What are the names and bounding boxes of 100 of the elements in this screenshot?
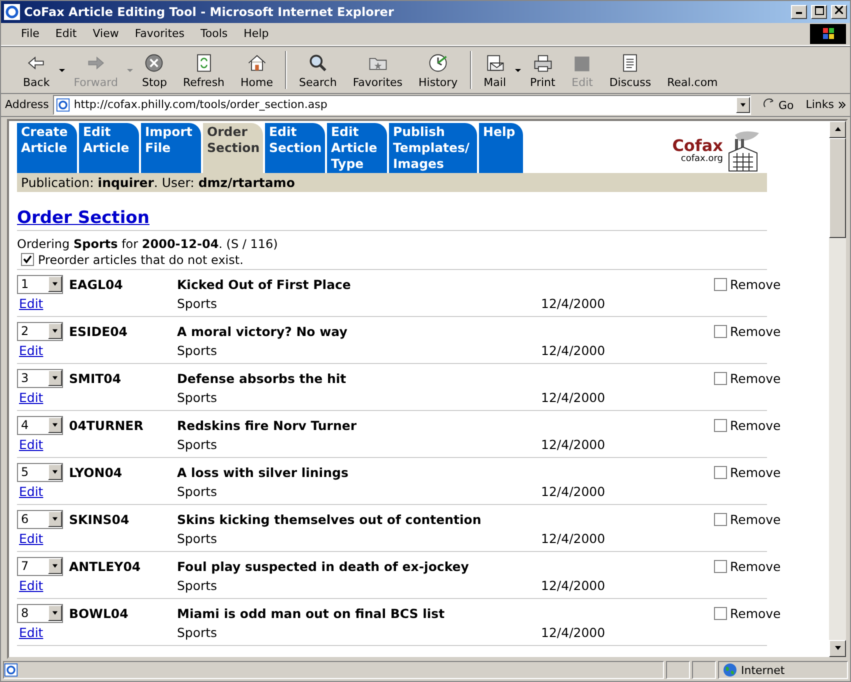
nav-tab[interactable]: Edit Article — [79, 122, 139, 173]
checkbox-label: Preorder articles that do not exist. — [38, 252, 244, 267]
edit-link[interactable]: Edit — [19, 530, 44, 546]
nav-tab[interactable]: Order Section — [203, 122, 263, 173]
section-text: Sports — [177, 436, 218, 452]
chevron-icon[interactable] — [838, 100, 846, 109]
nav-tab[interactable]: Publish Templates/ Images — [389, 122, 477, 173]
section-text: Sports — [177, 578, 218, 593]
toolbar-button[interactable]: Favorites — [344, 46, 411, 93]
stop-icon — [143, 52, 166, 74]
dropdown-icon[interactable] — [48, 464, 62, 480]
logo-url: cofax.org — [680, 154, 723, 164]
article-code: ANTLEY04 — [69, 558, 142, 574]
menu-item[interactable]: Tools — [192, 25, 236, 42]
address-field[interactable]: http://cofax.philly.com/tools/order_section.asp — [52, 94, 751, 115]
edit-link[interactable]: Edit — [19, 436, 44, 452]
page-heading[interactable]: Order Section — [17, 208, 150, 228]
scrollbar[interactable] — [829, 120, 846, 658]
close-button[interactable] — [831, 4, 847, 19]
article-code: BOWL04 — [69, 606, 130, 621]
menu-item[interactable]: File — [13, 25, 48, 42]
maximize-button[interactable] — [811, 4, 827, 19]
dropdown-icon[interactable] — [736, 96, 750, 113]
toolbar-button[interactable]: Stop — [134, 46, 175, 93]
close-icon — [835, 6, 843, 14]
order-select[interactable]: 6 — [17, 510, 63, 529]
zone-text: Internet — [741, 664, 785, 677]
globe-icon — [723, 663, 737, 678]
checkbox-label: Remove — [730, 512, 781, 527]
dropdown-icon[interactable] — [48, 323, 62, 340]
scrollbar-thumb[interactable] — [829, 138, 846, 238]
nav-tab[interactable]: Edit Article Type — [327, 122, 387, 173]
nav-tab[interactable]: Create Article — [17, 122, 77, 173]
toolbar-button[interactable]: Refresh — [174, 46, 233, 93]
checkbox[interactable] — [714, 512, 727, 526]
menu-item[interactable]: Favorites — [126, 25, 193, 42]
page-icon — [4, 663, 18, 678]
toolbar-button[interactable]: Real.com — [659, 46, 726, 93]
checkbox[interactable] — [714, 466, 727, 479]
toolbar-button[interactable]: Search — [291, 46, 345, 93]
menu-item[interactable]: View — [84, 25, 127, 42]
edit-link[interactable]: Edit — [19, 296, 44, 311]
edit-link[interactable]: Edit — [19, 342, 44, 358]
order-select[interactable]: 3 — [17, 368, 63, 388]
toolbar-button[interactable]: Home — [232, 46, 282, 93]
date-text: 12/4/2000 — [541, 296, 606, 311]
checkbox[interactable] — [714, 606, 727, 620]
order-select[interactable]: 5 — [17, 462, 63, 482]
go-button[interactable]: Go — [754, 97, 802, 112]
article-title: A moral victory? No way — [177, 324, 348, 339]
logo-text: Cofax — [672, 137, 723, 154]
dropdown-icon[interactable] — [48, 605, 62, 622]
nav-tab[interactable]: Help — [479, 122, 523, 173]
toolbar-button[interactable]: Mail — [476, 46, 514, 93]
article-title: Skins kicking themselves out of contention — [177, 512, 482, 527]
links-label[interactable]: Links — [806, 98, 834, 112]
checkbox[interactable] — [714, 418, 727, 432]
window-title: CoFax Article Editing Tool - Microsoft Internet Explorer — [24, 4, 395, 19]
checkbox[interactable] — [714, 278, 727, 291]
checkbox[interactable] — [21, 253, 34, 266]
menu-item[interactable]: Help — [236, 25, 277, 42]
publication-text: Publication: inquirer. User: dmz/rtartamo — [17, 172, 767, 192]
article-title: Redskins fire Norv Turner — [177, 418, 358, 433]
minimize-icon — [796, 12, 802, 14]
dropdown-icon[interactable] — [48, 558, 62, 574]
order-select[interactable]: 1 — [17, 274, 63, 294]
dropdown-icon[interactable] — [48, 511, 62, 528]
toolbar-button[interactable]: Print — [522, 46, 564, 93]
article-code: ESIDE04 — [69, 324, 129, 339]
checkbox-label: Remove — [730, 418, 781, 433]
nav-tab[interactable]: Import File — [141, 122, 201, 173]
dropdown-icon[interactable] — [48, 370, 62, 386]
order-select[interactable]: 4 — [17, 416, 63, 435]
order-select[interactable]: 2 — [17, 322, 63, 341]
order-select[interactable]: 8 — [17, 604, 63, 623]
section-text: Sports — [177, 624, 218, 640]
edit-link[interactable]: Edit — [19, 624, 44, 640]
edit-link[interactable]: Edit — [19, 484, 44, 499]
checkbox[interactable] — [714, 372, 727, 385]
checkbox[interactable] — [714, 560, 727, 573]
menu-item[interactable]: Edit — [47, 25, 85, 42]
article-code: LYON04 — [69, 464, 124, 480]
nav-tab[interactable]: Edit Section — [265, 122, 325, 173]
checkbox[interactable] — [714, 324, 727, 338]
date-text: 12/4/2000 — [541, 624, 606, 640]
checkbox-label: Remove — [730, 606, 781, 621]
dropdown-icon[interactable] — [48, 276, 62, 292]
edit-link[interactable]: Edit — [19, 390, 44, 405]
checkbox-label: Remove — [730, 558, 781, 574]
edit-link[interactable]: Edit — [19, 578, 44, 593]
toolbar-button[interactable]: History — [410, 46, 466, 93]
order-select[interactable]: 7 — [17, 556, 63, 576]
minimize-button[interactable] — [791, 4, 807, 19]
scroll-up-button[interactable] — [829, 120, 846, 138]
dropdown-icon[interactable] — [48, 417, 62, 434]
toolbar-button[interactable]: Back — [15, 46, 58, 93]
scroll-down-button[interactable] — [829, 640, 846, 658]
toolbar-button[interactable]: Discuss — [601, 46, 660, 93]
page-icon — [56, 98, 70, 112]
address-label: Address — [5, 98, 49, 112]
